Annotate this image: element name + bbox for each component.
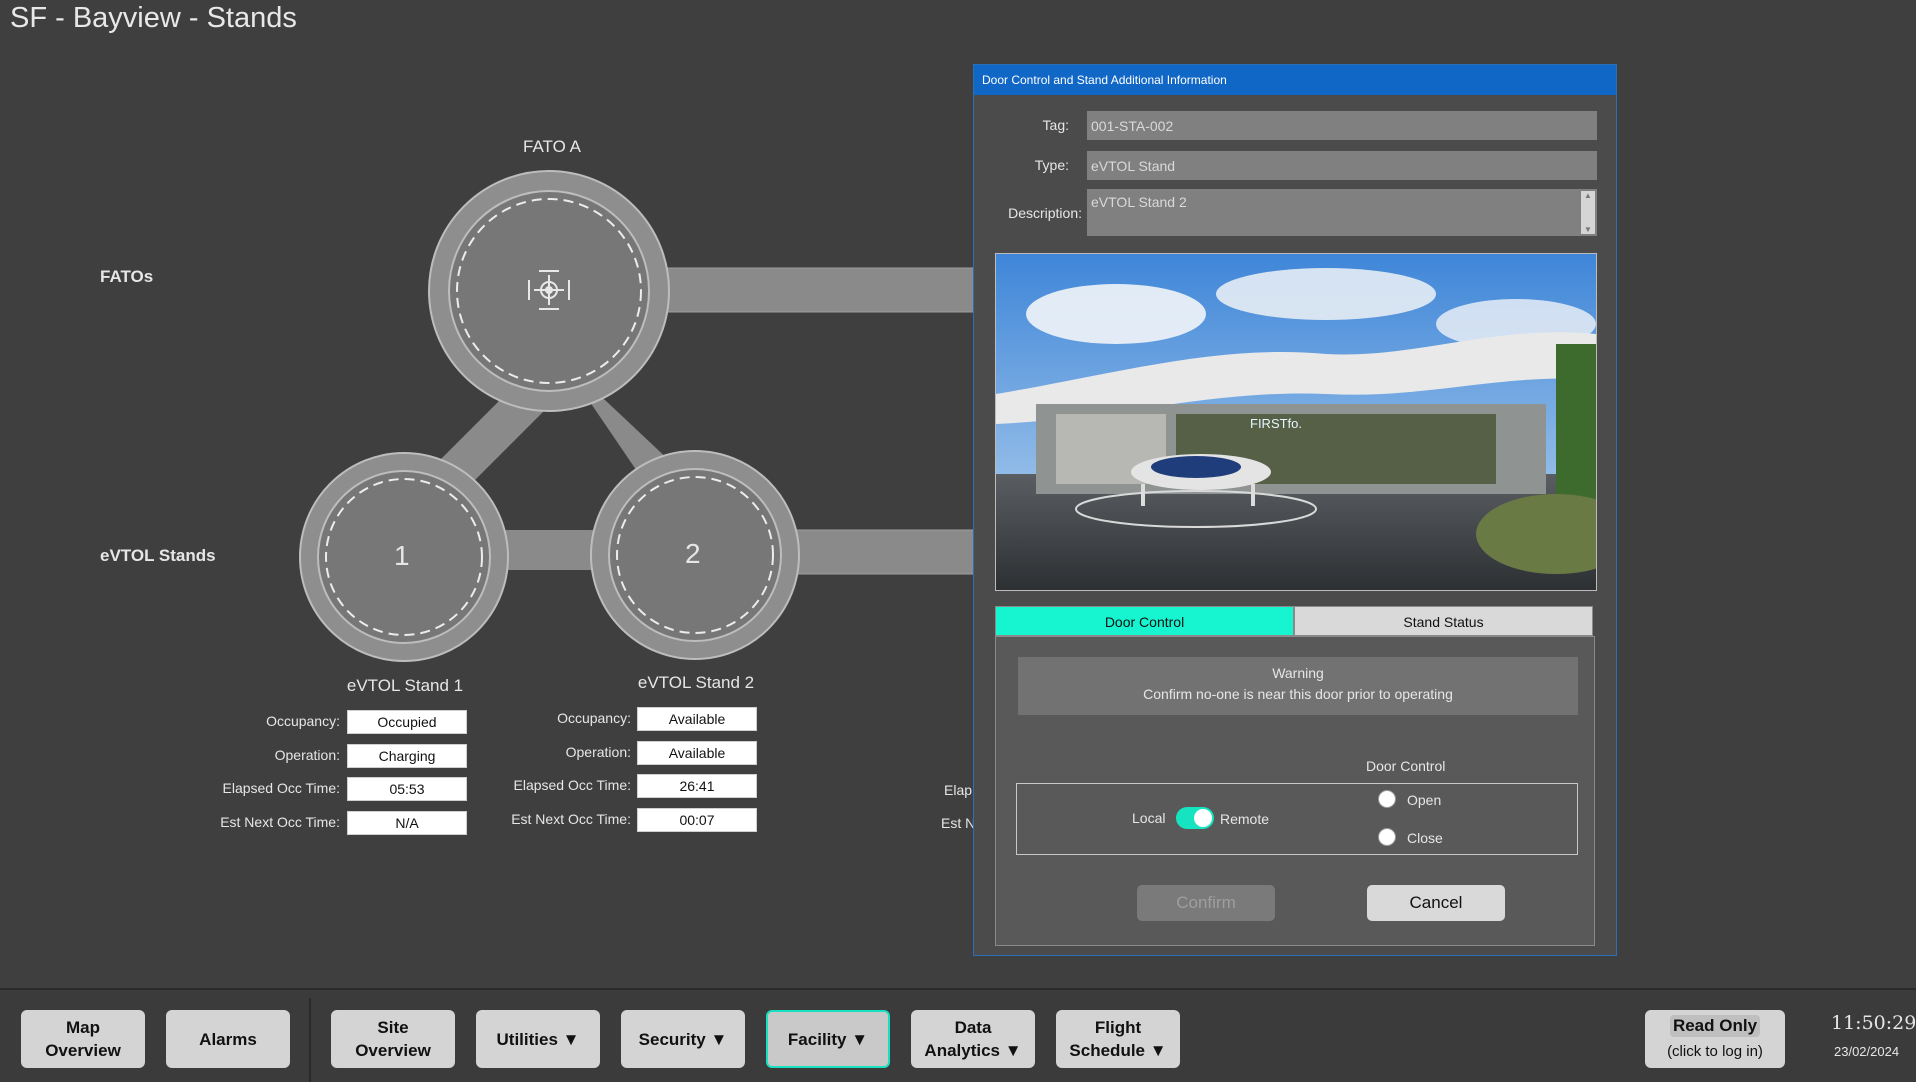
data-analytics-line2: Analytics ▼	[924, 1041, 1022, 1060]
open-radio[interactable]	[1378, 790, 1396, 808]
stand-3-next-label-partial: Est N	[941, 815, 976, 831]
nav-divider	[309, 998, 311, 1082]
site-overview-line1: Site	[377, 1018, 409, 1037]
stand-1-elapsed-value: 05:53	[347, 777, 467, 801]
operation-label: Operation:	[274, 747, 340, 763]
open-label: Open	[1407, 792, 1442, 808]
door-control-panel: Warning Confirm no-one is near this door…	[995, 636, 1595, 946]
stand-photo: FIRSTfo.	[995, 253, 1597, 591]
stand-3-elapsed-label-partial: Elap	[944, 782, 973, 798]
stands-diagram	[299, 170, 980, 662]
occupancy-label: Occupancy:	[557, 710, 631, 726]
door-control-group: Local Remote Open Close	[1016, 783, 1578, 855]
stand-1-occupancy-value: Occupied	[347, 710, 467, 734]
type-field[interactable]	[1087, 151, 1597, 180]
read-only-title: Read Only	[1670, 1015, 1760, 1037]
stand-1-title: eVTOL Stand 1	[346, 676, 464, 695]
stand-2-occupancy-value: Available	[637, 707, 757, 731]
tag-field[interactable]	[1087, 111, 1597, 140]
description-field[interactable]: eVTOL Stand 2 ▲ ▼	[1087, 189, 1597, 236]
flight-schedule-line1: Flight	[1094, 1018, 1142, 1037]
est-next-occ-label: Est Next Occ Time:	[511, 811, 631, 827]
stand-2-operation-value: Available	[637, 741, 757, 765]
site-overview-button[interactable]: Site Overview	[331, 1010, 455, 1068]
flight-schedule-line2: Schedule ▼	[1069, 1041, 1167, 1060]
dialog-title[interactable]: Door Control and Stand Additional Inform…	[974, 65, 1616, 95]
type-label: Type:	[1034, 157, 1069, 173]
warning-title: Warning	[1272, 665, 1324, 681]
map-overview-line1: Map	[65, 1018, 100, 1037]
clock-time: 11:50:29	[1831, 1012, 1916, 1034]
read-only-login-button[interactable]: Read Only (click to log in)	[1645, 1010, 1785, 1068]
warning-text: Confirm no-one is near this door prior t…	[1143, 686, 1453, 702]
facility-menu-button[interactable]: Facility ▼	[766, 1010, 890, 1068]
local-label: Local	[1132, 810, 1166, 826]
map-overview-line2: Overview	[45, 1041, 121, 1060]
stand-1-info: Occupancy: Occupied Operation: Charging …	[180, 710, 468, 840]
cancel-button[interactable]: Cancel	[1367, 885, 1505, 921]
warning-box: Warning Confirm no-one is near this door…	[1018, 657, 1578, 715]
occupancy-label: Occupancy:	[266, 713, 340, 729]
description-text: eVTOL Stand 2	[1091, 194, 1187, 210]
stand-2-next-value: 00:07	[637, 808, 757, 832]
security-menu-button[interactable]: Security ▼	[621, 1010, 745, 1068]
alarms-button[interactable]: Alarms	[166, 1010, 290, 1068]
stand-1-number: 1	[394, 540, 410, 571]
data-analytics-menu-button[interactable]: Data Analytics ▼	[911, 1010, 1035, 1068]
stand-2-number: 2	[685, 538, 701, 569]
local-remote-toggle[interactable]	[1176, 807, 1214, 829]
close-radio[interactable]	[1378, 828, 1396, 846]
flight-schedule-menu-button[interactable]: Flight Schedule ▼	[1056, 1010, 1180, 1068]
elapsed-occ-label: Elapsed Occ Time:	[222, 780, 341, 796]
stand-2-elapsed-value: 26:41	[637, 774, 757, 798]
elapsed-occ-label: Elapsed Occ Time:	[513, 777, 632, 793]
operation-label: Operation:	[565, 744, 631, 760]
confirm-button[interactable]: Confirm	[1137, 885, 1275, 921]
scroll-down-icon[interactable]: ▼	[1581, 225, 1595, 234]
fato-taxiway	[639, 267, 980, 313]
door-control-heading: Door Control	[1366, 758, 1446, 774]
bottom-nav-bar: Map Overview Alarms Site Overview Utilitie…	[0, 988, 1916, 1082]
tab-door-control[interactable]: Door Control	[995, 606, 1294, 636]
description-label: Description:	[1008, 205, 1082, 221]
stand-2-title: eVTOL Stand 2	[637, 673, 755, 692]
tab-stand-status[interactable]: Stand Status	[1294, 606, 1593, 636]
scroll-up-icon[interactable]: ▲	[1581, 191, 1595, 200]
remote-label: Remote	[1220, 811, 1270, 827]
toggle-knob	[1194, 809, 1212, 827]
utilities-menu-button[interactable]: Utilities ▼	[476, 1010, 600, 1068]
close-label: Close	[1407, 830, 1443, 846]
fato-a-pad[interactable]	[428, 170, 670, 412]
map-overview-button[interactable]: Map Overview	[21, 1010, 145, 1068]
description-scrollbar[interactable]: ▲ ▼	[1581, 191, 1595, 234]
stand-2-info: Occupancy: Available Operation: Availabl…	[470, 707, 758, 837]
stand-1-operation-value: Charging	[347, 744, 467, 768]
door-control-dialog: Door Control and Stand Additional Inform…	[973, 64, 1617, 956]
site-overview-line2: Overview	[355, 1041, 431, 1060]
stand-1-next-value: N/A	[347, 811, 467, 835]
tag-label: Tag:	[1042, 117, 1069, 133]
stand2-taxiway	[779, 529, 980, 575]
vertiport-image: FIRSTfo.	[996, 254, 1596, 590]
clock-date: 23/02/2024	[1834, 1044, 1900, 1059]
read-only-subtitle: (click to log in)	[1667, 1043, 1763, 1060]
data-analytics-line1: Data	[954, 1018, 992, 1037]
est-next-occ-label: Est Next Occ Time:	[220, 814, 340, 830]
image-sign-text: FIRSTfo.	[1250, 416, 1302, 431]
